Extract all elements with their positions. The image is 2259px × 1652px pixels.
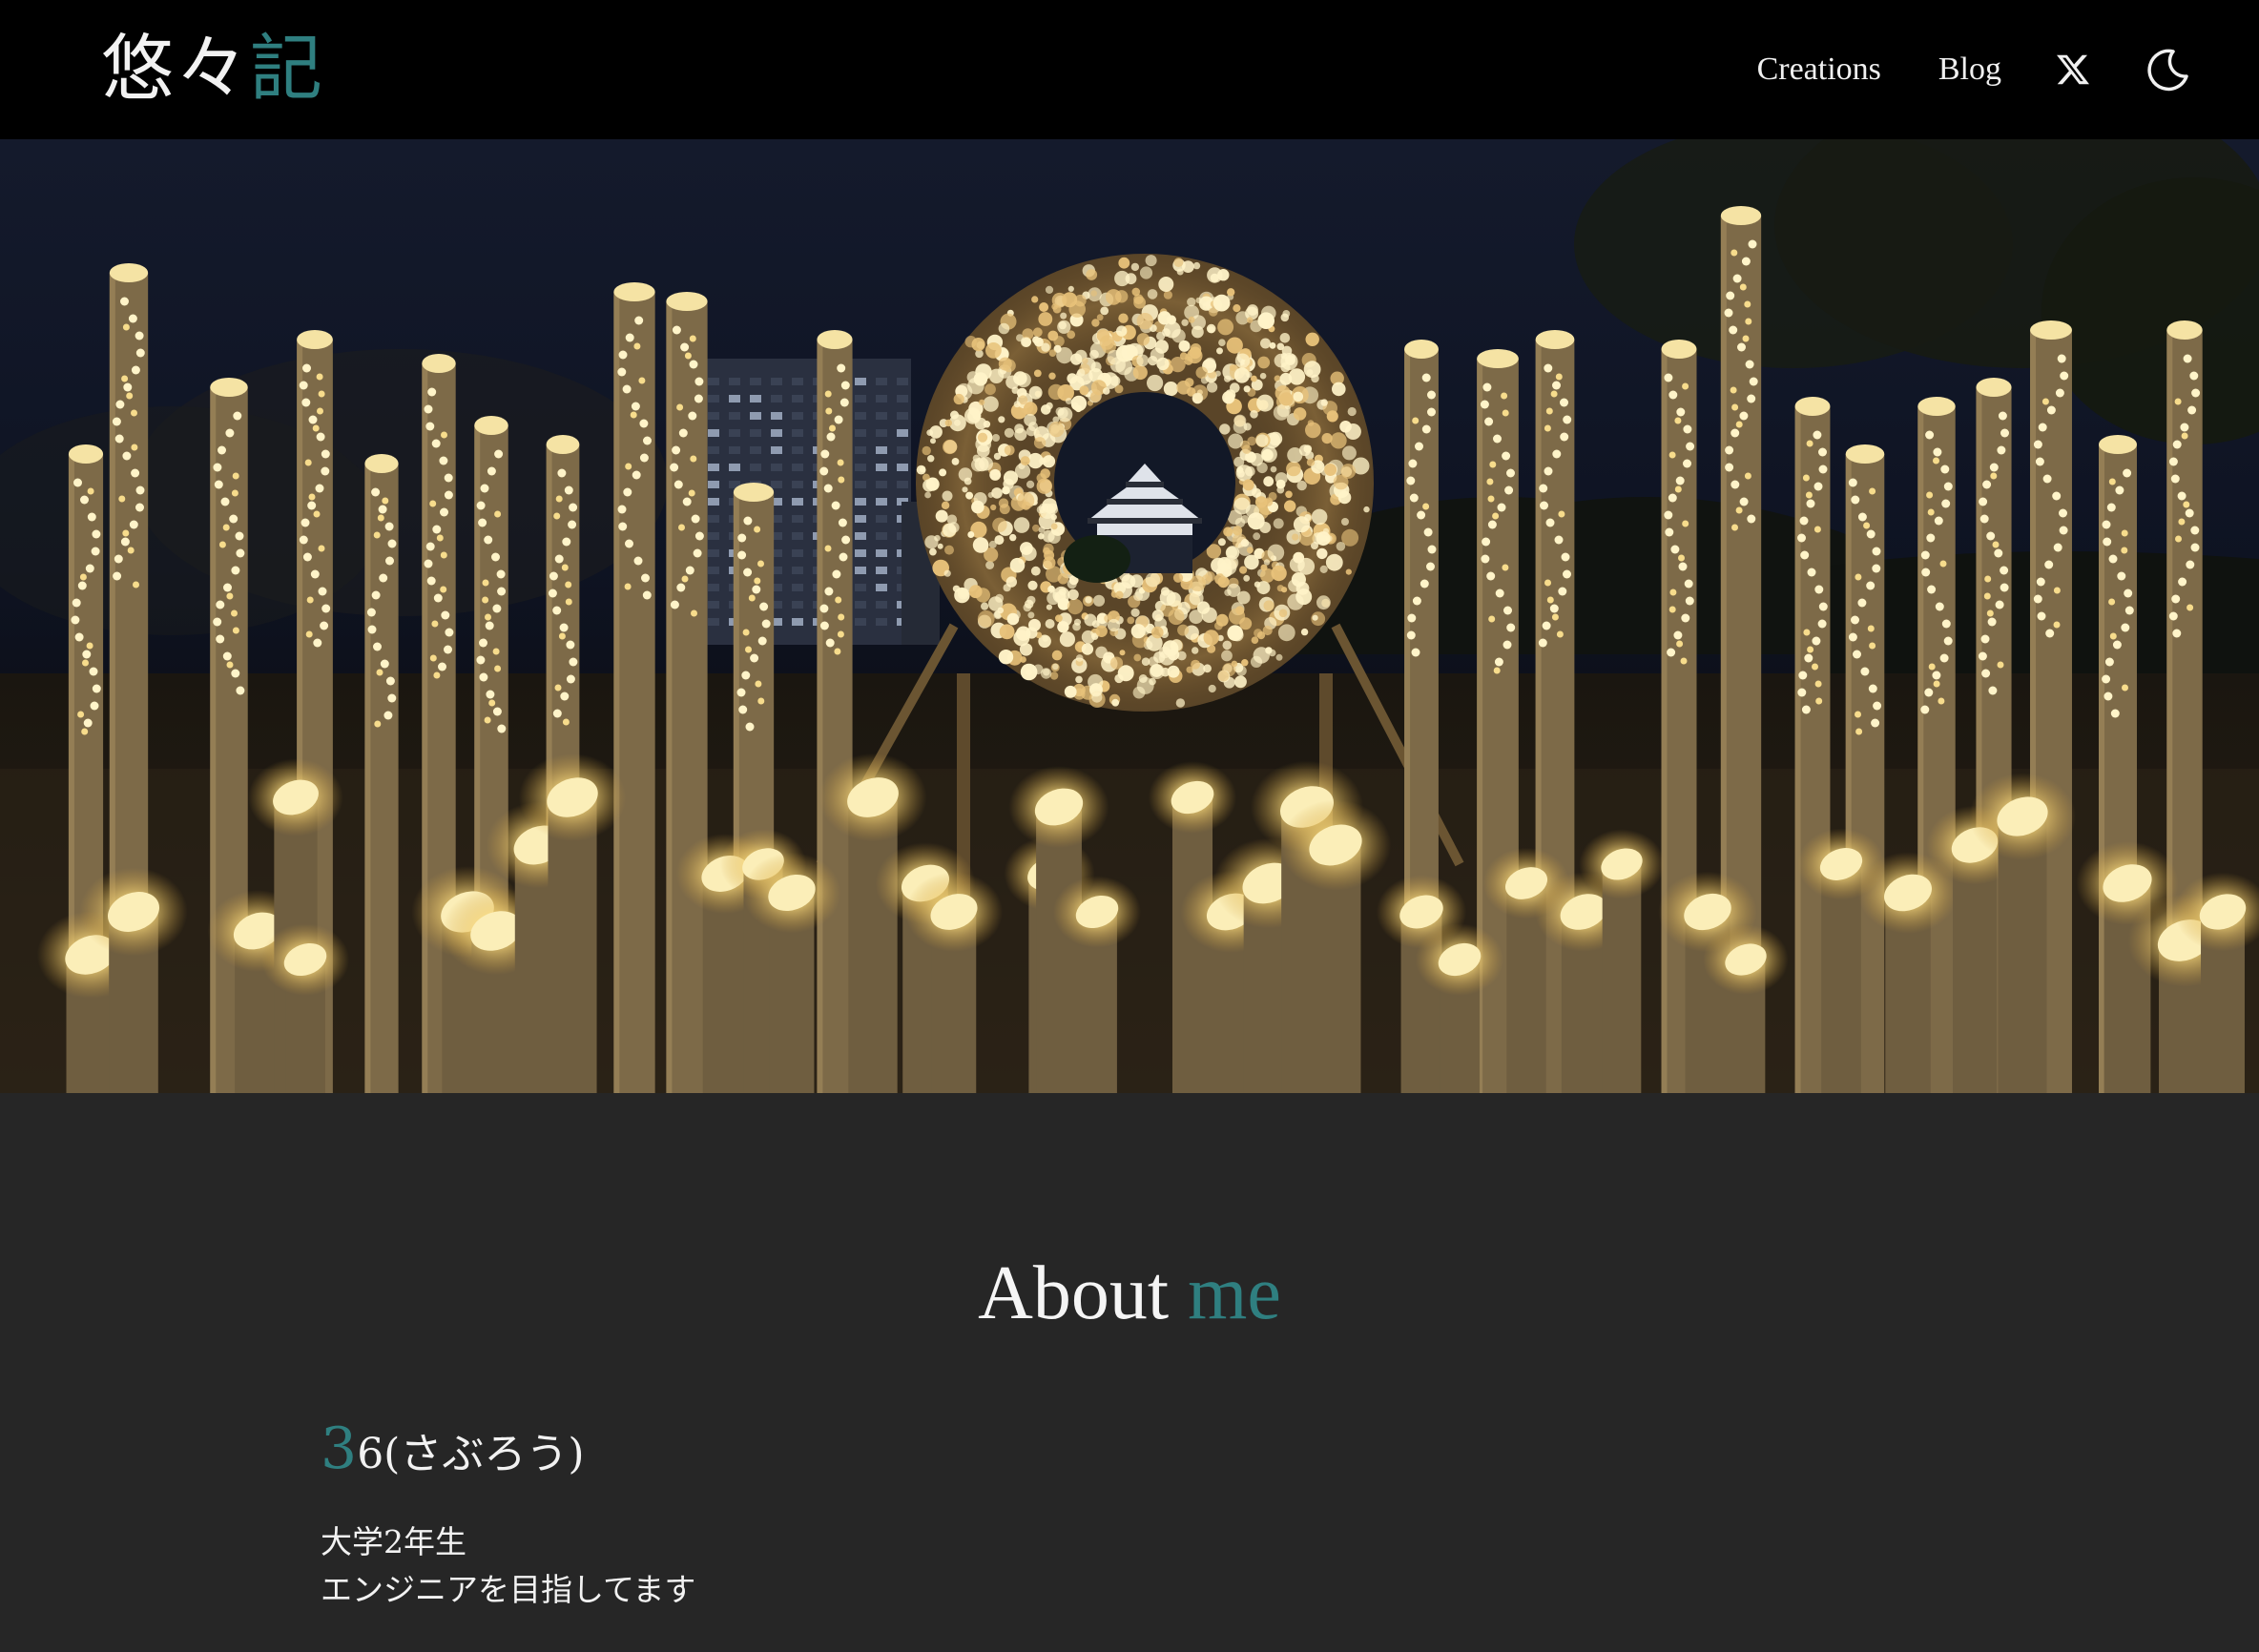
main-nav: Creations Blog — [1700, 0, 2192, 139]
profile-name-rest: 6(さぶろう) — [357, 1430, 585, 1478]
profile-name: 36(さぶろう) — [321, 1415, 585, 1488]
bio-line: 大学2年生 — [321, 1523, 466, 1560]
profile-name-initial: 3 — [321, 1415, 358, 1482]
profile-bio: 大学2年生 エンジニアを目指してます — [321, 1518, 695, 1614]
moon-icon[interactable] — [2145, 46, 2192, 93]
hero-image — [0, 139, 2259, 1093]
logo-text-primary: 悠々 — [101, 26, 250, 111]
nav-link-creations[interactable]: Creations — [1757, 52, 1881, 88]
about-title-main: About — [978, 1251, 1170, 1335]
about-title-accent: me — [1188, 1251, 1281, 1335]
nav-link-blog[interactable]: Blog — [1938, 52, 2001, 88]
x-logo-icon[interactable] — [2057, 53, 2089, 86]
logo-text-accent: 記 — [250, 26, 324, 111]
site-header: 悠々記 Creations Blog — [0, 0, 2259, 139]
site-logo[interactable]: 悠々記 — [101, 21, 324, 116]
bio-line: エンジニアを目指してます — [321, 1571, 696, 1608]
about-title: About me — [0, 1246, 2259, 1341]
